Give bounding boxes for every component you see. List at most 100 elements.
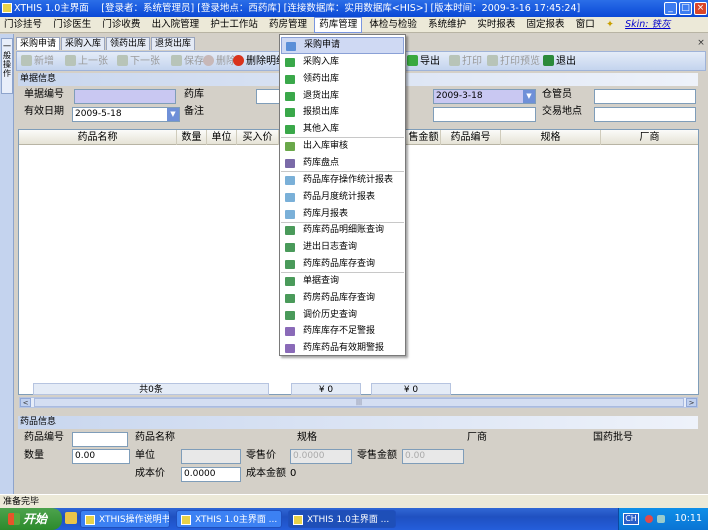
prev-button[interactable]: 上一张: [65, 54, 108, 69]
menu-system[interactable]: 系统维护: [424, 17, 470, 33]
export-button[interactable]: 导出: [407, 54, 440, 69]
clock[interactable]: 10:11: [675, 508, 702, 530]
warehouse-field[interactable]: [256, 89, 280, 104]
menu-realtime-report[interactable]: 实时报表: [473, 17, 519, 33]
dropdown-item-label: 领药出库: [303, 73, 340, 84]
task-manual-doc[interactable]: XTHIS操作说明书.d...: [80, 510, 170, 528]
menu-outpatient-register[interactable]: 门诊挂号: [0, 17, 46, 33]
dropdown-item-purchase-request[interactable]: 采购申请: [281, 37, 404, 54]
dropdown-item-monthly-report[interactable]: 药库月报表: [281, 206, 404, 223]
trade-place-label: 交易地点: [542, 106, 582, 117]
scroll-left-icon[interactable]: <: [20, 398, 31, 407]
next-button[interactable]: 下一张: [117, 54, 160, 69]
col-quantity[interactable]: 数量: [177, 130, 207, 145]
dropdown-item-log-query[interactable]: 进出日志查询: [281, 239, 404, 256]
keeper-field[interactable]: [594, 89, 696, 104]
maker-label: 厂商: [467, 432, 487, 443]
col-spec[interactable]: 规格: [501, 130, 601, 145]
dropdown-item-expiry-alert[interactable]: 药库药品有效期警报: [281, 340, 404, 357]
trade-place-field[interactable]: [594, 107, 696, 122]
date-field[interactable]: 2009-3-18 ▼: [433, 89, 536, 104]
menu-physical-exam[interactable]: 体检与检验: [365, 17, 421, 33]
menu-outpatient-charge[interactable]: 门诊收费: [98, 17, 144, 33]
print-preview-button[interactable]: 打印预览: [487, 54, 540, 69]
exit-button[interactable]: 退出: [543, 54, 576, 69]
skin-icon[interactable]: ✦: [602, 17, 618, 33]
dropdown-item-price-history-query[interactable]: 调价历史查询: [281, 307, 404, 324]
dropdown-item-stock-query[interactable]: 药库药品库存查询: [281, 256, 404, 274]
doc-no-field[interactable]: [74, 89, 176, 104]
menu-bar: 门诊挂号 门诊医生 门诊收费 出入院管理 护士工作站 药房管理 药库管理 体检与…: [0, 17, 708, 33]
tab-purchase-request[interactable]: 采购申请: [16, 37, 61, 50]
valid-date-field[interactable]: 2009-5-18 ▼: [72, 107, 180, 122]
menu-admission[interactable]: 出入院管理: [148, 17, 204, 33]
horizontal-scrollbar[interactable]: < ||| >: [19, 397, 698, 408]
col-drug-code[interactable]: 药品编号: [441, 130, 501, 145]
spec-label: 规格: [297, 432, 317, 443]
monthly-stat-report-icon: [285, 192, 295, 202]
dropdown-item-monthly-stat-report[interactable]: 药品月度统计报表: [281, 189, 404, 206]
dropdown-item-pharmacy-stock-query[interactable]: 药房药品库存查询: [281, 290, 404, 307]
side-tab-operations[interactable]: 一般操作: [1, 38, 13, 94]
print-button[interactable]: 打印: [449, 54, 482, 69]
dropdown-item-stock-op-report[interactable]: 药品库存操作统计报表: [281, 172, 404, 189]
dropdown-item-label: 药库库存不足警报: [303, 326, 376, 337]
col-maker[interactable]: 厂商: [601, 130, 698, 145]
col-unit[interactable]: 单位: [207, 130, 237, 145]
save-button[interactable]: 保存: [171, 54, 204, 69]
maximize-button[interactable]: □: [679, 2, 692, 15]
menu-drug-store[interactable]: 药库管理: [314, 17, 363, 33]
dropdown-item-loss-out[interactable]: 报损出库: [281, 104, 404, 121]
dropdown-item-label: 药库月报表: [303, 208, 349, 219]
dropdown-item-purchase-in[interactable]: 采购入库: [281, 54, 404, 71]
close-button[interactable]: ×: [694, 2, 707, 15]
tab-close-icon[interactable]: ×: [696, 38, 706, 48]
stock-take-icon: [285, 158, 295, 168]
scroll-right-icon[interactable]: >: [686, 398, 697, 407]
drug-code-label: 药品编号: [24, 432, 64, 443]
dropdown-item-stock-take[interactable]: 药库盘点: [281, 155, 404, 172]
dropdown-item-in-out-audit[interactable]: 出入库审核: [281, 138, 404, 155]
dropdown-item-label: 药品月度统计报表: [303, 191, 376, 202]
date-dropdown-icon[interactable]: ▼: [523, 90, 535, 103]
remark-field[interactable]: [433, 107, 536, 122]
dropdown-item-other-in[interactable]: 其他入库: [281, 121, 404, 139]
language-indicator[interactable]: CH: [623, 513, 639, 525]
tab-return-out[interactable]: 退货出库: [151, 37, 196, 50]
col-drug-name[interactable]: 药品名称: [19, 130, 177, 145]
drug-code-field[interactable]: [72, 432, 128, 447]
cost-price-field[interactable]: 0.0000: [181, 467, 241, 482]
monthly-report-icon: [285, 209, 295, 219]
tray-app-icon[interactable]: [645, 515, 653, 523]
task-xthis-main-1[interactable]: XTHIS 1.0主界面 ...: [176, 510, 282, 528]
dropdown-item-label: 调价历史查询: [303, 309, 358, 320]
menu-fixed-report[interactable]: 固定报表: [523, 17, 569, 33]
dropdown-item-low-stock-alert[interactable]: 药库库存不足警报: [281, 323, 404, 340]
col-buy-price[interactable]: 买入价: [237, 130, 279, 145]
task-xthis-main-2[interactable]: XTHIS 1.0主界面 ...: [288, 510, 396, 528]
menu-nurse-station[interactable]: 护士工作站: [206, 17, 262, 33]
start-button[interactable]: 开始: [0, 508, 62, 530]
valid-date-dropdown-icon[interactable]: ▼: [167, 108, 179, 121]
dropdown-item-dispense-out[interactable]: 领药出库: [281, 71, 404, 88]
minimize-button[interactable]: _: [664, 2, 677, 15]
menu-outpatient-doctor[interactable]: 门诊医生: [49, 17, 95, 33]
tab-dispense-out[interactable]: 领药出库: [106, 37, 151, 50]
network-icon[interactable]: [657, 515, 665, 523]
skin-selector[interactable]: Skin: 铁灰: [621, 17, 674, 33]
tab-purchase-in[interactable]: 采购入库: [61, 37, 106, 50]
dispense-out-icon: [285, 74, 295, 84]
quantity-field[interactable]: 0.00: [72, 449, 130, 464]
retail-amount-field: 0.00: [402, 449, 464, 464]
quick-launch-icon[interactable]: [65, 512, 77, 524]
col-sale-amount[interactable]: 售金额: [407, 130, 441, 145]
dropdown-item-return-out[interactable]: 退货出库: [281, 88, 404, 105]
add-button[interactable]: 新增: [21, 54, 54, 69]
menu-window[interactable]: 窗口: [572, 17, 599, 33]
dropdown-item-detail-ledger-query[interactable]: 药库药品明细账查询: [281, 222, 404, 239]
scroll-thumb[interactable]: |||: [34, 398, 684, 407]
purchase-in-icon: [285, 57, 295, 67]
dropdown-item-document-query[interactable]: 单据查询: [281, 273, 404, 290]
delete-button[interactable]: 删除: [203, 54, 236, 69]
menu-pharmacy[interactable]: 药房管理: [265, 17, 311, 33]
